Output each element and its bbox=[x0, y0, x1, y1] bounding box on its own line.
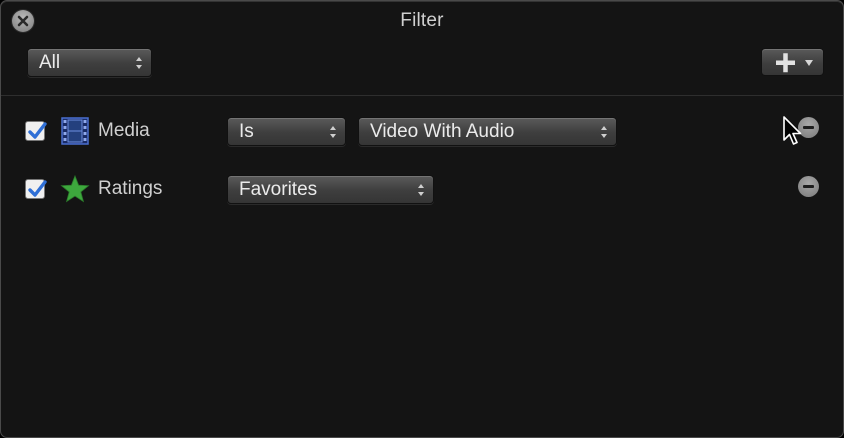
media-type-popup-label: Video With Audio bbox=[370, 121, 515, 142]
rule-label: Media bbox=[98, 120, 150, 141]
remove-rule-button[interactable] bbox=[798, 117, 819, 138]
up-down-arrows-icon bbox=[330, 126, 336, 138]
chevron-down-icon bbox=[805, 60, 813, 66]
star-icon bbox=[60, 174, 90, 203]
up-down-arrows-icon bbox=[418, 184, 424, 196]
ratings-popup[interactable]: Favorites bbox=[227, 175, 434, 204]
up-down-arrows-icon bbox=[136, 57, 142, 69]
remove-rule-button[interactable] bbox=[798, 176, 819, 197]
match-popup-label: All bbox=[39, 52, 61, 73]
add-rule-button[interactable] bbox=[761, 48, 824, 76]
checkmark-icon bbox=[28, 122, 47, 139]
up-down-arrows-icon bbox=[601, 126, 607, 138]
rule-enabled-checkbox[interactable] bbox=[25, 121, 47, 141]
filter-rule-media: Media Is Video With Audio bbox=[1, 115, 843, 149]
rule-label: Ratings bbox=[98, 178, 163, 199]
window-title: Filter bbox=[400, 10, 444, 31]
film-strip-icon bbox=[61, 117, 89, 145]
ratings-popup-label: Favorites bbox=[239, 179, 318, 200]
filter-rule-ratings: Ratings Favorites bbox=[1, 173, 843, 207]
checkmark-icon bbox=[28, 180, 47, 197]
media-type-popup[interactable]: Video With Audio bbox=[358, 117, 617, 146]
operator-popup[interactable]: Is bbox=[227, 117, 346, 146]
filter-window: Filter All Media Is Video With Audio Rat… bbox=[0, 0, 844, 438]
operator-popup-label: Is bbox=[239, 121, 254, 142]
title-bar: Filter bbox=[1, 1, 843, 39]
rule-enabled-checkbox[interactable] bbox=[25, 179, 47, 199]
match-popup[interactable]: All bbox=[27, 48, 152, 77]
plus-icon bbox=[776, 53, 795, 73]
filter-toolbar: All bbox=[1, 39, 843, 96]
